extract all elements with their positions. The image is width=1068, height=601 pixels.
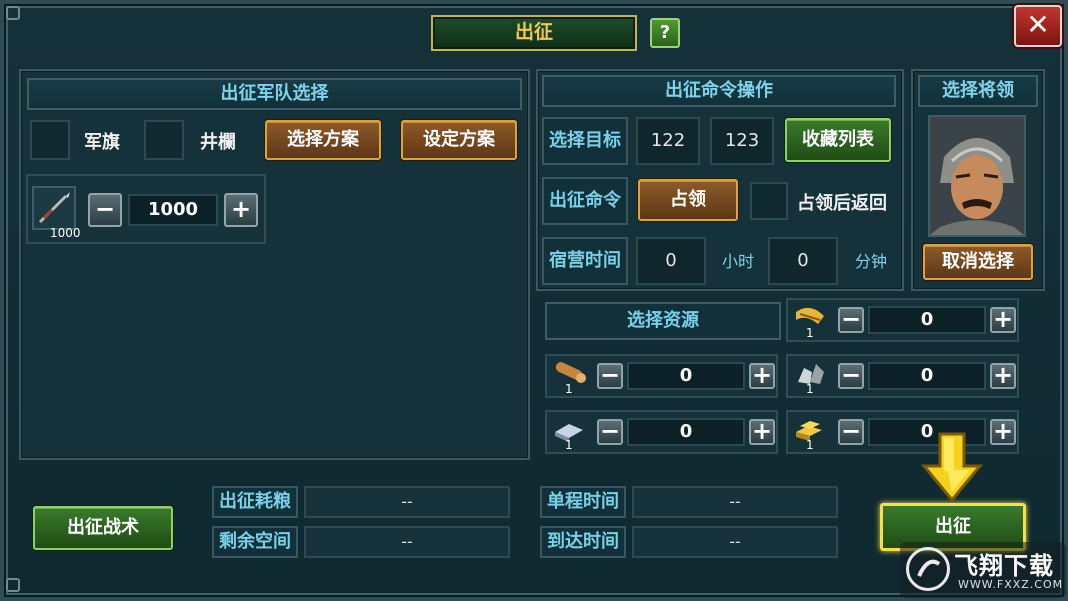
hours-input[interactable]: 0 bbox=[636, 237, 706, 285]
command-header: 出征命令操作 bbox=[542, 75, 896, 107]
frame-corner bbox=[6, 578, 20, 592]
arrive-label: 到达时间 bbox=[540, 526, 626, 558]
unit-minus-button[interactable]: − bbox=[88, 193, 122, 227]
tactics-button[interactable]: 出征战术 bbox=[33, 506, 173, 550]
help-icon: ? bbox=[659, 22, 671, 43]
resource-row-iron: 1 − 0 + bbox=[545, 410, 778, 454]
wood-amount-input[interactable]: 0 bbox=[627, 362, 745, 390]
unit-amount-input[interactable]: 1000 bbox=[128, 194, 218, 226]
resource-row-stone: 1 − 0 + bbox=[786, 354, 1019, 398]
iron-minus-button[interactable]: − bbox=[597, 419, 623, 445]
iron-count: 1 bbox=[565, 438, 573, 452]
set-plan-button[interactable]: 设定方案 bbox=[401, 120, 517, 160]
target-x-input[interactable]: 122 bbox=[636, 117, 700, 165]
order-occupy-button[interactable]: 占领 bbox=[638, 179, 738, 221]
food-cost-value: -- bbox=[304, 486, 510, 518]
watermark: 飞翔下载 WWW.FXXZ.COM bbox=[900, 542, 1066, 598]
oneway-label: 单程时间 bbox=[540, 486, 626, 518]
gold-plus-button[interactable]: + bbox=[990, 419, 1016, 445]
food-cost-label: 出征耗粮 bbox=[212, 486, 298, 518]
iron-amount-input[interactable]: 0 bbox=[627, 418, 745, 446]
return-label: 占领后返回 bbox=[797, 193, 887, 214]
down-arrow-icon bbox=[920, 432, 984, 504]
camp-label: 宿营时间 bbox=[542, 237, 628, 285]
close-button[interactable]: ✕ bbox=[1014, 5, 1062, 47]
unit-plus-button[interactable]: + bbox=[224, 193, 258, 227]
stone-minus-button[interactable]: − bbox=[838, 363, 864, 389]
target-y-input[interactable]: 123 bbox=[710, 117, 774, 165]
general-header: 选择将领 bbox=[918, 75, 1038, 107]
close-icon: ✕ bbox=[1026, 8, 1050, 41]
help-button[interactable]: ? bbox=[650, 18, 680, 48]
gold-count: 1 bbox=[806, 438, 814, 452]
march-button-label: 出征 bbox=[935, 516, 971, 537]
resource-row-wood: 1 − 0 + bbox=[545, 354, 778, 398]
unit-count: 1000 bbox=[50, 226, 81, 240]
order-label: 出征命令 bbox=[542, 177, 628, 225]
food-count: 1 bbox=[806, 326, 814, 340]
watermark-url: WWW.FXXZ.COM bbox=[958, 578, 1064, 591]
oneway-value: -- bbox=[632, 486, 838, 518]
resource-row-gold: 1 − 0 + bbox=[786, 410, 1019, 454]
stone-plus-button[interactable]: + bbox=[990, 363, 1016, 389]
cancel-general-button[interactable]: 取消选择 bbox=[923, 244, 1033, 280]
wood-count: 1 bbox=[565, 382, 573, 396]
minutes-input[interactable]: 0 bbox=[768, 237, 838, 285]
resource-row-food: 1 − 0 + bbox=[786, 298, 1019, 342]
frame-corner bbox=[6, 6, 20, 20]
resources-header: 选择资源 bbox=[545, 302, 781, 340]
wood-plus-button[interactable]: + bbox=[749, 363, 775, 389]
watermark-logo-icon bbox=[906, 547, 950, 591]
select-plan-button[interactable]: 选择方案 bbox=[265, 120, 381, 160]
space-value: -- bbox=[304, 526, 510, 558]
return-checkbox[interactable] bbox=[750, 182, 788, 220]
gold-minus-button[interactable]: − bbox=[838, 419, 864, 445]
arrive-value: -- bbox=[632, 526, 838, 558]
food-amount-input[interactable]: 0 bbox=[868, 306, 986, 334]
stone-amount-input[interactable]: 0 bbox=[868, 362, 986, 390]
hours-unit: 小时 bbox=[722, 252, 755, 271]
barrier-label: 井欄 bbox=[200, 132, 236, 153]
spear-unit-icon[interactable] bbox=[32, 186, 76, 230]
stone-count: 1 bbox=[806, 382, 814, 396]
general-portrait[interactable] bbox=[928, 115, 1026, 237]
iron-plus-button[interactable]: + bbox=[749, 419, 775, 445]
watermark-text: 飞翔下载 bbox=[954, 552, 1054, 580]
wood-minus-button[interactable]: − bbox=[597, 363, 623, 389]
flag-slot[interactable] bbox=[30, 120, 70, 160]
target-label: 选择目标 bbox=[542, 117, 628, 165]
barrier-slot[interactable] bbox=[144, 120, 184, 160]
minutes-unit: 分钟 bbox=[855, 252, 888, 271]
army-header: 出征军队选择 bbox=[27, 78, 522, 110]
dialog-title: 出征 bbox=[431, 15, 637, 51]
food-minus-button[interactable]: − bbox=[838, 307, 864, 333]
dialog-title-text: 出征 bbox=[514, 21, 553, 43]
food-plus-button[interactable]: + bbox=[990, 307, 1016, 333]
flag-label: 军旗 bbox=[84, 132, 120, 153]
space-label: 剩余空间 bbox=[212, 526, 298, 558]
favorites-button[interactable]: 收藏列表 bbox=[785, 118, 891, 162]
